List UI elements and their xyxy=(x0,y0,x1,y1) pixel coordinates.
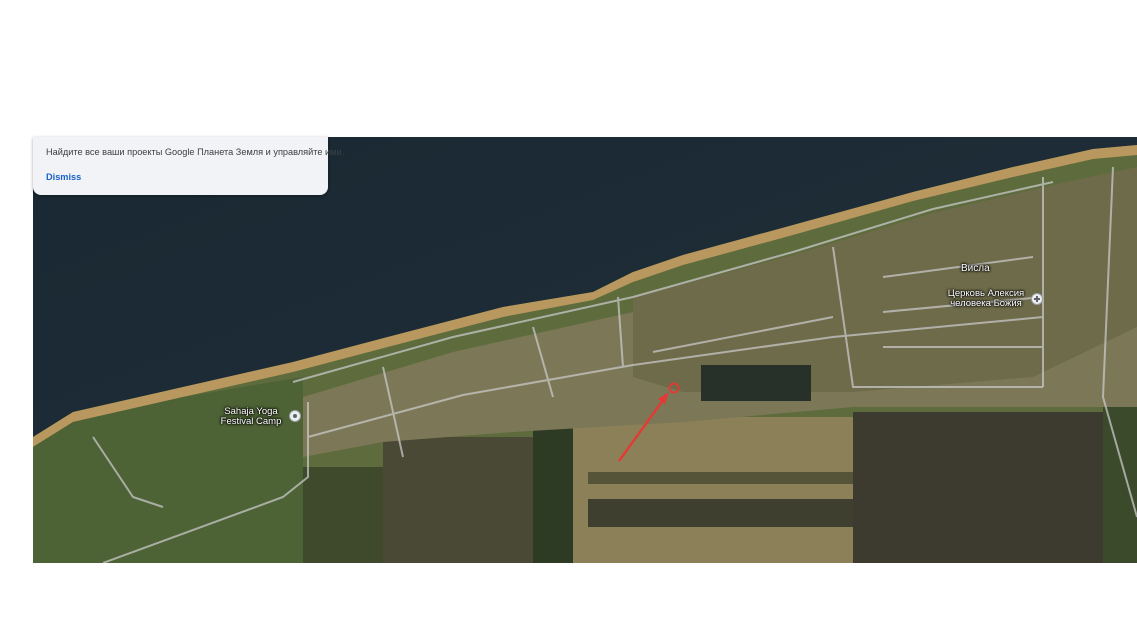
place-label-sahaja[interactable]: Sahaja Yoga Festival Camp xyxy=(213,407,289,427)
satellite-imagery xyxy=(33,137,1137,563)
place-label-visla[interactable]: Висла xyxy=(961,264,990,274)
banner-message: Найдите все ваши проекты Google Планета … xyxy=(46,147,345,157)
place-label-church-line2: человека Божия xyxy=(950,298,1022,309)
projects-notification-banner: Найдите все ваши проекты Google Планета … xyxy=(33,137,345,195)
place-pin-icon[interactable] xyxy=(289,410,301,422)
church-pin-icon[interactable] xyxy=(1031,293,1043,305)
place-label-sahaja-line2: Festival Camp xyxy=(220,416,282,427)
satellite-map[interactable]: Sahaja Yoga Festival Camp Висла Церковь … xyxy=(33,137,1137,563)
dismiss-button[interactable]: Dismiss xyxy=(46,172,316,182)
place-label-church[interactable]: Церковь Алексия человека Божия xyxy=(941,289,1031,309)
